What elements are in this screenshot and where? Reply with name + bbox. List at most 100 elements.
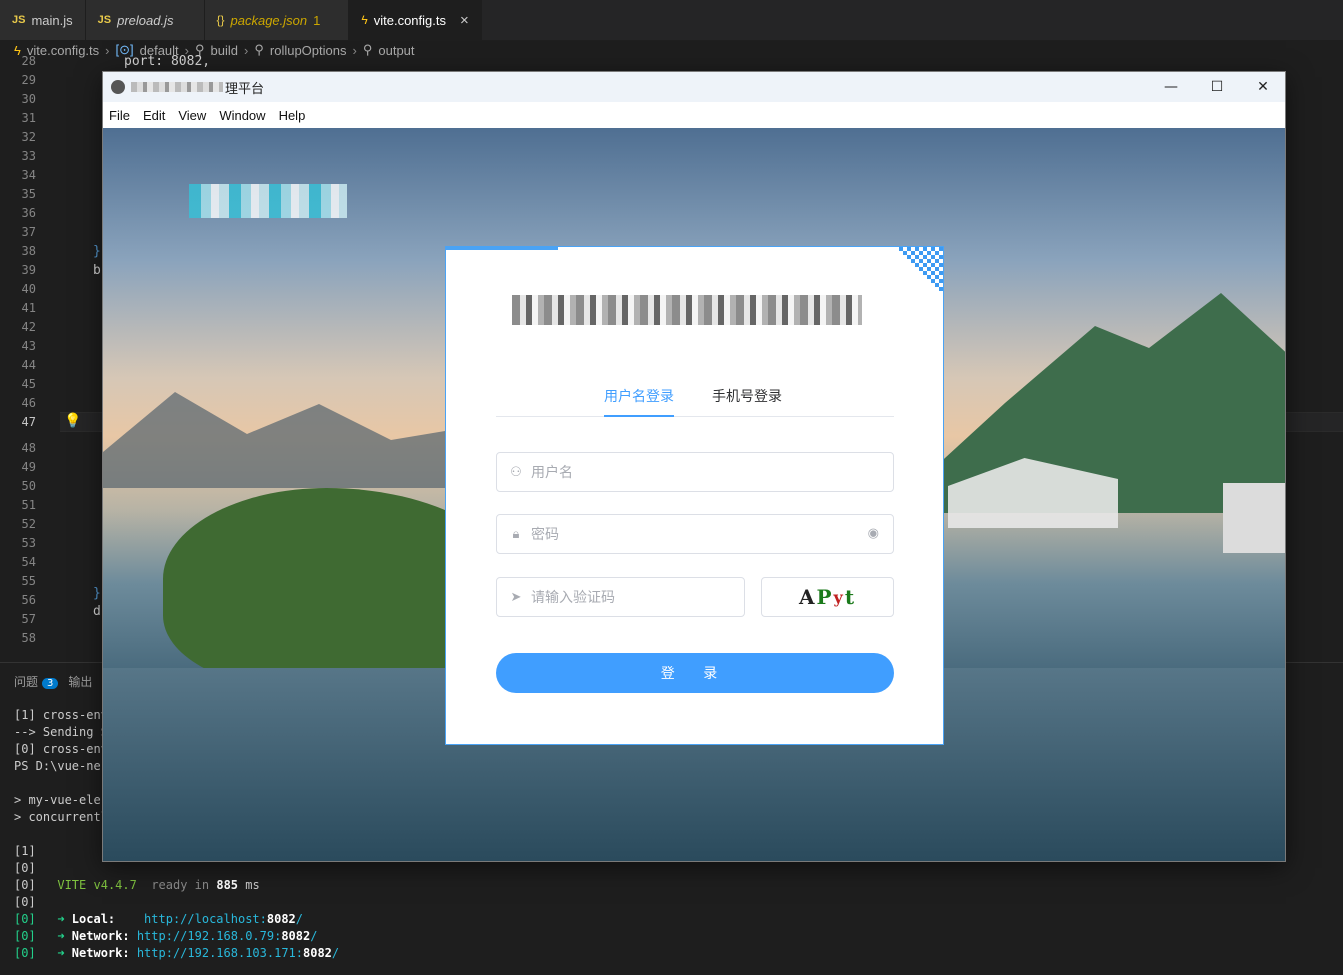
menu-file[interactable]: File xyxy=(109,108,130,123)
wrench-icon: ⚲ xyxy=(254,42,264,57)
maximize-button[interactable]: ☐ xyxy=(1194,72,1240,102)
js-file-icon: JS xyxy=(97,14,112,26)
line-number: 54 xyxy=(21,555,36,569)
tab-username-login[interactable]: 用户名登录 xyxy=(604,387,674,417)
breadcrumb-item[interactable]: rollupOptions xyxy=(270,43,347,58)
tab-output[interactable]: 输出 xyxy=(68,673,92,690)
line-number: 41 xyxy=(21,301,36,315)
line-number: 43 xyxy=(21,339,36,353)
app-window: 理平台 — ☐ ✕ File Edit View Window Help 用户名… xyxy=(102,71,1286,862)
url-port: 8082 xyxy=(266,912,296,926)
chevron-right-icon: › xyxy=(105,42,110,58)
tab-label: package.json xyxy=(230,12,308,28)
line-number-gutter: 28 29 30 31 32 33 34 35 36 37 38 39 40 41 42 43 44 45 46 47… xyxy=(0,52,44,648)
line-number: 50 xyxy=(21,479,36,493)
card-accent-line xyxy=(446,247,558,250)
vite-lightning-icon: ϟ xyxy=(361,13,368,27)
line-number: 35 xyxy=(21,187,36,201)
breadcrumb-item[interactable]: build xyxy=(211,43,238,58)
panel-tabs: 问题 3 输出 xyxy=(14,673,92,690)
captcha-image[interactable]: APyt xyxy=(761,577,894,617)
window-titlebar[interactable]: 理平台 — ☐ ✕ xyxy=(103,72,1285,102)
tab-phone-login[interactable]: 手机号登录 xyxy=(712,387,782,417)
close-tab-icon[interactable]: × xyxy=(460,12,469,29)
line-number: 44 xyxy=(21,358,36,372)
url-link[interactable]: http://192.168.0.79: xyxy=(137,929,282,943)
tab-label: 问题 xyxy=(14,675,39,689)
vite-ready-line: [0] VITE v4.4.7 ready in 885 ms xyxy=(14,877,339,894)
tab-preload-js[interactable]: JS preload.js xyxy=(85,0,205,40)
lightbulb-icon[interactable]: 💡 xyxy=(64,413,81,429)
menu-view[interactable]: View xyxy=(178,108,206,123)
line-number: 53 xyxy=(21,536,36,550)
vite-name: VITE xyxy=(57,878,87,892)
url-label: Network: xyxy=(71,946,130,960)
window-title: 理平台 xyxy=(225,80,265,96)
tab-vite-config[interactable]: ϟ vite.config.ts × xyxy=(349,0,482,40)
line-number: 39 xyxy=(21,263,36,277)
qr-code-login-icon[interactable] xyxy=(895,247,943,295)
tab-main-js[interactable]: JS main.js xyxy=(0,0,86,40)
arrow-prefix: [0] ➜ xyxy=(14,912,72,926)
menu-window[interactable]: Window xyxy=(219,108,265,123)
captcha-field[interactable]: ➤ 请输入验证码 xyxy=(496,577,745,617)
eye-off-icon[interactable]: ◉ xyxy=(868,526,879,541)
line-number: 40 xyxy=(21,282,36,296)
tab-label: preload.js xyxy=(117,12,174,28)
url-link[interactable]: http://localhost: xyxy=(144,912,267,926)
close-window-button[interactable]: ✕ xyxy=(1240,72,1285,102)
url-link[interactable]: http://192.168.103.171: xyxy=(137,946,303,960)
js-file-icon: JS xyxy=(12,14,26,26)
url-tail: / xyxy=(331,946,340,960)
code-text: d xyxy=(93,604,101,619)
line-number: 33 xyxy=(21,149,36,163)
url-tail: / xyxy=(310,929,318,943)
breadcrumb-item[interactable]: output xyxy=(378,43,414,58)
code-text: b xyxy=(93,263,101,278)
json-file-icon: {} xyxy=(216,13,225,27)
tab-package-json[interactable]: {} package.json 1 xyxy=(204,0,350,40)
username-field[interactable]: ⚇ 用户名 xyxy=(496,452,894,492)
network-url-line: [0] ➜ Network: http://192.168.0.79:8082/ xyxy=(14,928,339,945)
line-number: 46 xyxy=(21,396,36,410)
url-port: 8082 xyxy=(281,929,311,943)
password-field[interactable]: 🔒︎ 密码 ◉ xyxy=(496,514,894,554)
tab-problems[interactable]: 问题 3 xyxy=(14,673,59,690)
login-tabs: 用户名登录 手机号登录 xyxy=(496,387,894,417)
line-number: 57 xyxy=(21,612,36,626)
ready-time: 885 xyxy=(216,878,239,892)
captcha-char: t xyxy=(844,585,857,609)
problem-count-badge: 3 xyxy=(42,678,59,689)
blurred-system-title xyxy=(512,295,862,325)
line-number: 32 xyxy=(21,130,36,144)
login-card: 用户名登录 手机号登录 ⚇ 用户名 🔒︎ 密码 ◉ ➤ 请输入验证码 APyt … xyxy=(445,246,944,745)
blurred-logo xyxy=(189,184,347,218)
line-number: 55 xyxy=(21,574,36,588)
background-building xyxy=(1223,483,1285,553)
url-port: 8082 xyxy=(303,946,332,960)
user-icon: ⚇ xyxy=(510,464,522,480)
menu-edit[interactable]: Edit xyxy=(143,108,165,123)
line-number: 38 xyxy=(21,244,36,258)
line-number: 47 xyxy=(21,415,36,429)
captcha-placeholder: 请输入验证码 xyxy=(531,590,615,606)
line-number: 36 xyxy=(21,206,36,220)
login-background-image: 用户名登录 手机号登录 ⚇ 用户名 🔒︎ 密码 ◉ ➤ 请输入验证码 APyt … xyxy=(103,128,1285,861)
ready-text: ready in xyxy=(151,878,210,892)
url-label: Local: xyxy=(71,912,130,926)
line-number: 34 xyxy=(21,168,36,182)
code-text: } xyxy=(93,244,101,259)
line-number: 51 xyxy=(21,498,36,512)
minimize-button[interactable]: — xyxy=(1148,72,1194,102)
line-number: 49 xyxy=(21,460,36,474)
blurred-title-text xyxy=(131,82,223,92)
line-number: 52 xyxy=(21,517,36,531)
menu-help[interactable]: Help xyxy=(279,108,306,123)
tab-label: vite.config.ts xyxy=(373,12,446,28)
code-port-line: port: 8082, xyxy=(124,54,211,69)
wrench-icon: ⚲ xyxy=(362,42,373,57)
chevron-right-icon: › xyxy=(244,42,249,58)
login-button[interactable]: 登 录 xyxy=(496,653,894,693)
captcha-char: y xyxy=(833,587,845,607)
line-number: 30 xyxy=(21,92,36,106)
